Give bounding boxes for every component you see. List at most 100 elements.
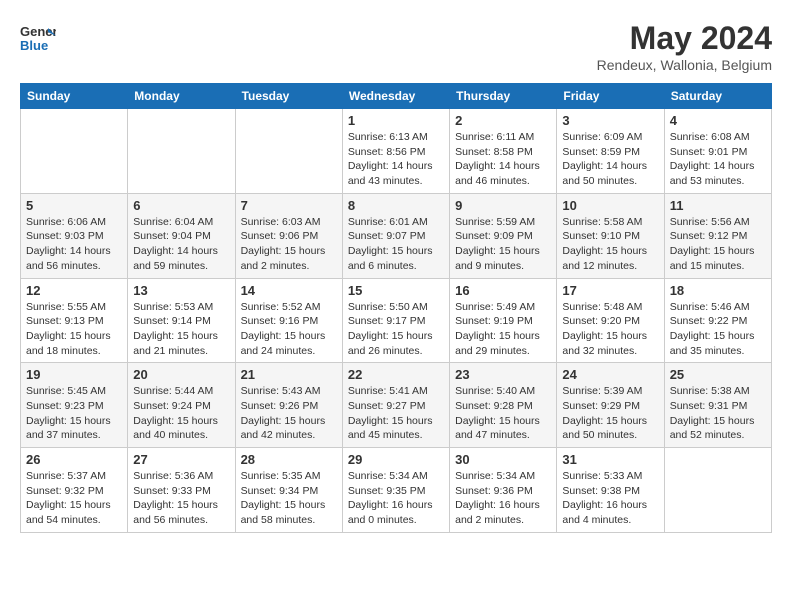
- week-row-4: 19 Sunrise: 5:45 AM Sunset: 9:23 PM Dayli…: [21, 363, 772, 448]
- table-cell: 3 Sunrise: 6:09 AM Sunset: 8:59 PM Daylig…: [557, 109, 664, 194]
- day-number: 18: [670, 283, 766, 298]
- day-number: 9: [455, 198, 551, 213]
- day-number: 3: [562, 113, 658, 128]
- day-info: Sunrise: 5:37 AM Sunset: 9:32 PM Dayligh…: [26, 469, 122, 528]
- table-cell: 29 Sunrise: 5:34 AM Sunset: 9:35 PM Dayli…: [342, 448, 449, 533]
- day-info: Sunrise: 5:49 AM Sunset: 9:19 PM Dayligh…: [455, 300, 551, 359]
- month-year: May 2024: [597, 20, 772, 57]
- table-cell: 1 Sunrise: 6:13 AM Sunset: 8:56 PM Daylig…: [342, 109, 449, 194]
- day-info: Sunrise: 6:09 AM Sunset: 8:59 PM Dayligh…: [562, 130, 658, 189]
- table-cell: 14Sunrise: 5:52 AM Sunset: 9:16 PM Dayli…: [235, 278, 342, 363]
- col-tuesday: Tuesday: [235, 84, 342, 109]
- day-number: 25: [670, 367, 766, 382]
- day-number: 12: [26, 283, 122, 298]
- day-number: 19: [26, 367, 122, 382]
- day-number: 2: [455, 113, 551, 128]
- day-info: Sunrise: 6:04 AM Sunset: 9:04 PM Dayligh…: [133, 215, 229, 274]
- table-cell: 22 Sunrise: 5:41 AM Sunset: 9:27 PM Dayli…: [342, 363, 449, 448]
- col-saturday: Saturday: [664, 84, 771, 109]
- day-number: 20: [133, 367, 229, 382]
- table-cell: 18 Sunrise: 5:46 AM Sunset: 9:22 PM Dayli…: [664, 278, 771, 363]
- table-cell: 24 Sunrise: 5:39 AM Sunset: 9:29 PM Dayli…: [557, 363, 664, 448]
- table-cell: [21, 109, 128, 194]
- day-info: Sunrise: 5:38 AM Sunset: 9:31 PM Dayligh…: [670, 384, 766, 443]
- title-block: May 2024 Rendeux, Wallonia, Belgium: [597, 20, 772, 73]
- location: Rendeux, Wallonia, Belgium: [597, 57, 772, 73]
- day-info: Sunrise: 5:39 AM Sunset: 9:29 PM Dayligh…: [562, 384, 658, 443]
- day-info: Sunrise: 5:36 AM Sunset: 9:33 PM Dayligh…: [133, 469, 229, 528]
- table-cell: 13Sunrise: 5:53 AM Sunset: 9:14 PM Dayli…: [128, 278, 235, 363]
- day-number: 26: [26, 452, 122, 467]
- day-number: 23: [455, 367, 551, 382]
- day-number: 21: [241, 367, 337, 382]
- logo: General Blue: [20, 20, 56, 56]
- day-number: 14: [241, 283, 337, 298]
- day-info: Sunrise: 5:50 AM Sunset: 9:17 PM Dayligh…: [348, 300, 444, 359]
- logo-icon: General Blue: [20, 20, 56, 56]
- day-number: 1: [348, 113, 444, 128]
- table-cell: [235, 109, 342, 194]
- day-info: Sunrise: 5:40 AM Sunset: 9:28 PM Dayligh…: [455, 384, 551, 443]
- week-row-1: 1 Sunrise: 6:13 AM Sunset: 8:56 PM Daylig…: [21, 109, 772, 194]
- day-info: Sunrise: 5:41 AM Sunset: 9:27 PM Dayligh…: [348, 384, 444, 443]
- day-info: Sunrise: 5:48 AM Sunset: 9:20 PM Dayligh…: [562, 300, 658, 359]
- day-number: 11: [670, 198, 766, 213]
- table-cell: 6 Sunrise: 6:04 AM Sunset: 9:04 PM Daylig…: [128, 193, 235, 278]
- svg-text:Blue: Blue: [20, 38, 48, 53]
- table-cell: [664, 448, 771, 533]
- day-number: 30: [455, 452, 551, 467]
- day-number: 31: [562, 452, 658, 467]
- table-cell: 28 Sunrise: 5:35 AM Sunset: 9:34 PM Dayli…: [235, 448, 342, 533]
- day-info: Sunrise: 6:01 AM Sunset: 9:07 PM Dayligh…: [348, 215, 444, 274]
- col-thursday: Thursday: [450, 84, 557, 109]
- table-cell: 4 Sunrise: 6:08 AM Sunset: 9:01 PM Daylig…: [664, 109, 771, 194]
- day-number: 5: [26, 198, 122, 213]
- day-number: 10: [562, 198, 658, 213]
- table-cell: 11 Sunrise: 5:56 AM Sunset: 9:12 PM Dayli…: [664, 193, 771, 278]
- day-info: Sunrise: 5:34 AM Sunset: 9:36 PM Dayligh…: [455, 469, 551, 528]
- day-info: Sunrise: 5:43 AM Sunset: 9:26 PM Dayligh…: [241, 384, 337, 443]
- day-number: 7: [241, 198, 337, 213]
- header-row: Sunday Monday Tuesday Wednesday Thursday…: [21, 84, 772, 109]
- day-info: Sunrise: 5:35 AM Sunset: 9:34 PM Dayligh…: [241, 469, 337, 528]
- table-cell: 23 Sunrise: 5:40 AM Sunset: 9:28 PM Dayli…: [450, 363, 557, 448]
- day-number: 15: [348, 283, 444, 298]
- table-cell: 7 Sunrise: 6:03 AM Sunset: 9:06 PM Daylig…: [235, 193, 342, 278]
- table-cell: 8 Sunrise: 6:01 AM Sunset: 9:07 PM Daylig…: [342, 193, 449, 278]
- day-info: Sunrise: 5:33 AM Sunset: 9:38 PM Dayligh…: [562, 469, 658, 528]
- table-cell: 12 Sunrise: 5:55 AM Sunset: 9:13 PM Dayli…: [21, 278, 128, 363]
- col-monday: Monday: [128, 84, 235, 109]
- day-info: Sunrise: 6:08 AM Sunset: 9:01 PM Dayligh…: [670, 130, 766, 189]
- day-info: Sunrise: 5:58 AM Sunset: 9:10 PM Dayligh…: [562, 215, 658, 274]
- day-info: Sunrise: 5:56 AM Sunset: 9:12 PM Dayligh…: [670, 215, 766, 274]
- table-cell: 31 Sunrise: 5:33 AM Sunset: 9:38 PM Dayli…: [557, 448, 664, 533]
- day-info: Sunrise: 5:59 AM Sunset: 9:09 PM Dayligh…: [455, 215, 551, 274]
- table-cell: 9 Sunrise: 5:59 AM Sunset: 9:09 PM Daylig…: [450, 193, 557, 278]
- table-cell: 10 Sunrise: 5:58 AM Sunset: 9:10 PM Dayli…: [557, 193, 664, 278]
- day-info: Sunrise: 5:46 AM Sunset: 9:22 PM Dayligh…: [670, 300, 766, 359]
- day-number: 24: [562, 367, 658, 382]
- day-info: Sunrise: 6:06 AM Sunset: 9:03 PM Dayligh…: [26, 215, 122, 274]
- day-info: Sunrise: 5:55 AM Sunset: 9:13 PM Dayligh…: [26, 300, 122, 359]
- day-number: 22: [348, 367, 444, 382]
- table-cell: 15 Sunrise: 5:50 AM Sunset: 9:17 PM Dayli…: [342, 278, 449, 363]
- table-cell: 25 Sunrise: 5:38 AM Sunset: 9:31 PM Dayli…: [664, 363, 771, 448]
- table-cell: 30 Sunrise: 5:34 AM Sunset: 9:36 PM Dayli…: [450, 448, 557, 533]
- day-info: Sunrise: 5:34 AM Sunset: 9:35 PM Dayligh…: [348, 469, 444, 528]
- col-friday: Friday: [557, 84, 664, 109]
- day-info: Sunrise: 6:11 AM Sunset: 8:58 PM Dayligh…: [455, 130, 551, 189]
- calendar-table: Sunday Monday Tuesday Wednesday Thursday…: [20, 83, 772, 533]
- day-info: Sunrise: 6:13 AM Sunset: 8:56 PM Dayligh…: [348, 130, 444, 189]
- day-info: Sunrise: 5:45 AM Sunset: 9:23 PM Dayligh…: [26, 384, 122, 443]
- day-number: 6: [133, 198, 229, 213]
- col-sunday: Sunday: [21, 84, 128, 109]
- day-info: Sunrise: 5:44 AM Sunset: 9:24 PM Dayligh…: [133, 384, 229, 443]
- day-number: 28: [241, 452, 337, 467]
- table-cell: 17Sunrise: 5:48 AM Sunset: 9:20 PM Dayli…: [557, 278, 664, 363]
- day-info: Sunrise: 6:03 AM Sunset: 9:06 PM Dayligh…: [241, 215, 337, 274]
- table-cell: 20 Sunrise: 5:44 AM Sunset: 9:24 PM Dayli…: [128, 363, 235, 448]
- day-number: 29: [348, 452, 444, 467]
- day-number: 8: [348, 198, 444, 213]
- table-cell: 16Sunrise: 5:49 AM Sunset: 9:19 PM Dayli…: [450, 278, 557, 363]
- day-number: 4: [670, 113, 766, 128]
